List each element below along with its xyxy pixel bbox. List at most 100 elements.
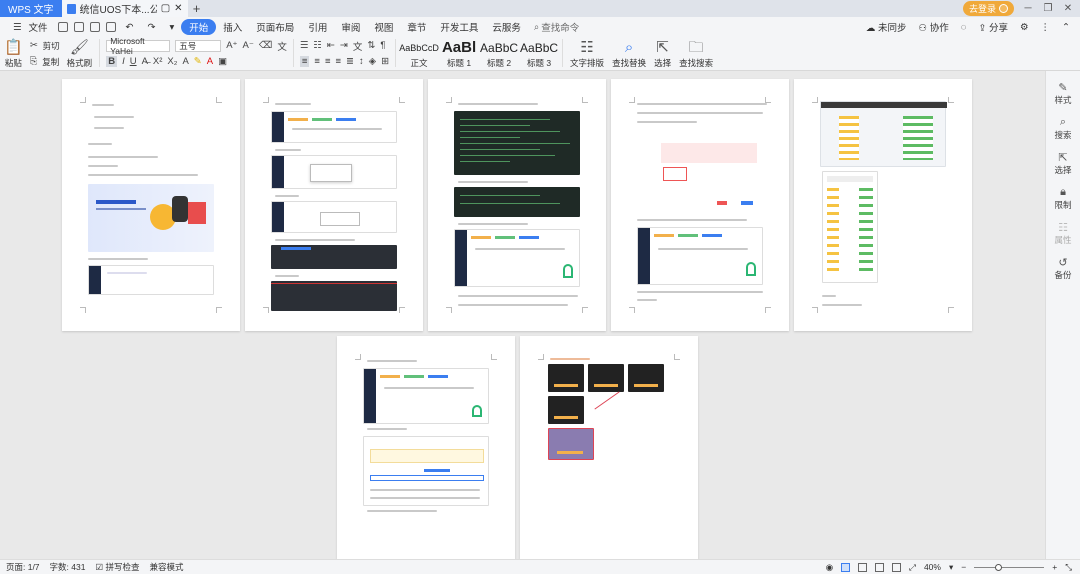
strikethrough-icon[interactable]: A̶ (142, 56, 148, 67)
pinyin-icon[interactable]: 文 (277, 39, 287, 53)
sort-icon[interactable]: ⇅ (367, 40, 375, 51)
clear-format-icon[interactable]: ⌫ (259, 40, 272, 51)
decrease-indent-icon[interactable]: ⇤ (327, 40, 335, 51)
shrink-font-icon[interactable]: A⁻ (243, 40, 254, 51)
more-icon[interactable]: ⋮ (1041, 22, 1051, 33)
menu-tab-review[interactable]: 审阅 (334, 20, 367, 34)
text-effect-icon[interactable]: A (182, 56, 188, 67)
zoom-dropdown-icon[interactable]: ▾ (949, 562, 953, 573)
page-view-icon[interactable] (841, 562, 851, 572)
bullet-list-icon[interactable]: ☰ (300, 40, 309, 51)
select-button[interactable]: ⇱ 选择 (654, 39, 671, 69)
line-spacing-icon[interactable]: ↕ (359, 56, 364, 67)
shading-icon[interactable]: ◈ (369, 56, 376, 67)
char-border-icon[interactable]: ▣ (218, 56, 227, 67)
export-icon[interactable] (73, 22, 84, 32)
hamburger-icon[interactable]: ☰ (6, 22, 29, 33)
align-right-icon[interactable]: ≡ (325, 56, 331, 67)
find-replace-button[interactable]: ⌕ 查找替换 (612, 39, 646, 69)
sidebar-item-backup[interactable]: ↺ 备份 (1046, 256, 1080, 281)
zoom-out-icon[interactable]: − (961, 562, 966, 572)
restore-icon[interactable]: ❐ (1042, 3, 1054, 14)
sidebar-item-restrict[interactable]: 🔒︎ 限制 (1046, 186, 1080, 211)
style-normal[interactable]: AaBbCcD 正文 (399, 39, 439, 69)
minimize-icon[interactable]: ─ (1022, 3, 1034, 14)
save-icon[interactable] (57, 22, 68, 32)
show-marks-icon[interactable]: ¶ (380, 40, 385, 51)
outline-view-icon[interactable] (858, 562, 868, 572)
zoom-slider-knob[interactable] (995, 563, 1003, 571)
search-command[interactable]: ⌕ 查找命令 (534, 20, 579, 35)
sidebar-item-select[interactable]: ⇱ 选择 (1046, 151, 1080, 176)
subscript-icon[interactable]: X₂ (167, 56, 177, 67)
copy-button[interactable]: ⎘ 复制 (30, 55, 60, 68)
word-count[interactable]: 字数: 431 (50, 561, 86, 573)
read-view-icon[interactable] (875, 562, 885, 572)
page-thumbnail[interactable] (337, 336, 515, 559)
collapse-ribbon-icon[interactable]: ⌃ (1062, 22, 1070, 33)
sidebar-item-search[interactable]: ⌕ 搜索 (1046, 116, 1080, 141)
bold-icon[interactable]: B (106, 56, 118, 67)
quick-access-dropdown-icon[interactable]: ▾ (162, 22, 181, 33)
format-painter-button[interactable]: 🖌 格式刷 (67, 39, 93, 69)
align-left-icon[interactable]: ≡ (299, 56, 310, 67)
paste-button[interactable]: 📋 粘贴 (4, 39, 23, 69)
font-size-select[interactable]: 五号 (175, 39, 222, 52)
chinese-layout-icon[interactable]: 文 (353, 39, 363, 53)
page-thumbnail[interactable] (245, 79, 423, 331)
comment-icon[interactable]: ◌ (961, 22, 967, 33)
italic-icon[interactable]: I (122, 56, 125, 67)
login-button[interactable]: 去登录 (962, 1, 1014, 16)
style-heading-1[interactable]: AaBl 标题 1 (440, 39, 478, 69)
menu-tab-references[interactable]: 引用 (301, 20, 334, 34)
menu-tab-home[interactable]: 开始 (181, 19, 217, 35)
collaborate-button[interactable]: ⚇ 协作 (919, 20, 949, 34)
new-tab-button[interactable]: + (188, 1, 206, 16)
sync-status[interactable]: ☁ 未同步 (866, 20, 907, 34)
borders-icon[interactable]: ⊞ (381, 56, 389, 67)
redo-icon[interactable]: ↷ (141, 22, 163, 33)
align-center-icon[interactable]: ≡ (314, 56, 320, 67)
web-view-icon[interactable] (892, 562, 902, 572)
menu-tab-page-layout[interactable]: 页面布局 (249, 20, 301, 34)
print-icon[interactable] (89, 22, 100, 32)
document-canvas[interactable] (0, 71, 1045, 559)
numbered-list-icon[interactable]: ☷ (313, 40, 322, 51)
print-preview-icon[interactable] (105, 22, 116, 32)
close-window-icon[interactable]: ✕ (1062, 3, 1074, 14)
style-heading-2[interactable]: AaBbC 标题 2 (480, 39, 518, 69)
page-thumbnail[interactable] (62, 79, 240, 331)
superscript-icon[interactable]: X² (153, 56, 163, 67)
undo-icon[interactable]: ↶ (119, 22, 141, 33)
find-search-button[interactable]: 🗀 查找搜索 (679, 39, 713, 69)
menu-tab-insert[interactable]: 插入 (216, 20, 249, 34)
page-indicator[interactable]: 页面: 1/7 (6, 561, 40, 573)
fullscreen-icon[interactable]: ⤡ (1065, 562, 1072, 573)
menu-tab-cloud[interactable]: 云服务 (485, 20, 528, 34)
font-color-icon[interactable]: A (207, 56, 213, 67)
increase-indent-icon[interactable]: ⇥ (340, 40, 348, 51)
document-tab[interactable]: 统信UOS下本...公网的操作方法 ▢ ✕ (61, 0, 188, 17)
eye-protection-icon[interactable]: ◉ (826, 562, 833, 573)
menu-tab-section[interactable]: 章节 (400, 20, 433, 34)
sidebar-item-styles[interactable]: ✎ 样式 (1046, 81, 1080, 106)
tab-close-icon[interactable]: ✕ (174, 3, 182, 14)
zoom-slider[interactable] (974, 563, 1045, 571)
menu-tab-view[interactable]: 视图 (367, 20, 400, 34)
grow-font-icon[interactable]: A⁺ (226, 40, 237, 51)
fit-page-icon[interactable]: ⤢ (909, 562, 916, 573)
page-thumbnail[interactable] (794, 79, 972, 331)
underline-icon[interactable]: U (130, 56, 137, 67)
app-tab[interactable]: WPS 文字 (0, 0, 62, 17)
share-button[interactable]: ⇪ 分享 (978, 20, 1008, 34)
zoom-level[interactable]: 40% (924, 562, 941, 572)
style-heading-3[interactable]: AaBbC 标题 3 (520, 39, 558, 69)
file-menu[interactable]: 文件 (29, 20, 55, 34)
page-thumbnail[interactable] (428, 79, 606, 331)
cut-button[interactable]: ✂ 剪切 (30, 39, 60, 52)
spell-check-toggle[interactable]: ☑ 拼写检查 (95, 561, 139, 573)
justify-icon[interactable]: ≡ (336, 56, 342, 67)
tab-monitor-icon[interactable]: ▢ (161, 3, 170, 14)
distribute-icon[interactable]: ≣ (346, 56, 354, 67)
settings-icon[interactable]: ⚙ (1020, 22, 1029, 33)
